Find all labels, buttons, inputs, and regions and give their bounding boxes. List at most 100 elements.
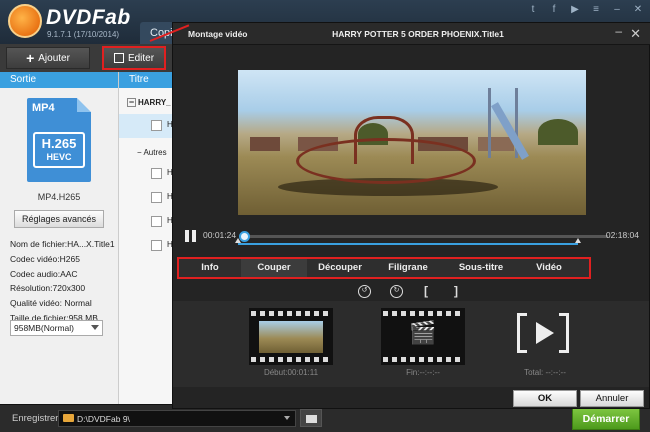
info-resolution: Résolution:720x300 [10, 283, 86, 294]
title-group-row[interactable]: − HARRY_ [127, 98, 173, 107]
cut-tools: ↺ ↻ [ ] [358, 284, 468, 300]
minimize-icon[interactable]: – [611, 4, 623, 16]
size-select[interactable]: 958MB(Normal) [10, 320, 103, 336]
tab-couper[interactable]: Couper [241, 259, 307, 277]
cancel-button[interactable]: Annuler [580, 390, 644, 407]
video-edit-dialog: Montage vidéo HARRY POTTER 5 ORDER PHOEN… [172, 22, 650, 409]
pause-icon [185, 230, 189, 242]
movie-camera-icon: 🎬 [409, 320, 437, 345]
film-perforations [383, 357, 463, 362]
title-group-label: HARRY_ [138, 98, 171, 107]
codec-line1: H.265 [41, 136, 77, 151]
film-perforations [251, 357, 331, 362]
add-button[interactable]: + Ajouter [6, 47, 90, 69]
end-label: Fin:--:--:-- [406, 368, 440, 377]
list-item[interactable]: H [119, 114, 173, 138]
folder-icon [63, 414, 74, 422]
add-button-label: Ajouter [38, 52, 70, 64]
set-end-button[interactable]: ] [454, 284, 458, 298]
pause-icon [192, 230, 196, 242]
scene-house [250, 137, 280, 151]
info-video-codec: Codec vidéo:H265 [10, 253, 80, 264]
list-item[interactable]: H [119, 186, 173, 210]
bracket-left-icon [517, 313, 527, 353]
start-label: Début:00:01:11 [263, 368, 319, 377]
tab-decouper[interactable]: Découper [307, 259, 373, 277]
seek-bar[interactable] [239, 231, 608, 242]
dialog-movie-title: HARRY POTTER 5 ORDER PHOENIX.Title1 [332, 29, 504, 39]
close-icon[interactable]: ✕ [632, 4, 644, 16]
edit-button-label: Editer [127, 52, 155, 64]
title-header: Titre [119, 72, 172, 88]
set-start-button[interactable]: [ [424, 284, 428, 298]
output-panel: Sortie MP4 H.265 HEVC MP4.H265 Réglages … [0, 72, 118, 404]
tab-info[interactable]: Info [179, 259, 241, 277]
scene-roundabout [296, 138, 476, 184]
youtube-icon[interactable]: ▶ [569, 4, 581, 16]
advanced-settings-button[interactable]: Réglages avancés [14, 210, 104, 228]
scene-tree [538, 119, 578, 145]
other-group-row[interactable]: − Autres [137, 148, 167, 157]
browse-folder-button[interactable] [300, 409, 322, 427]
collapse-icon[interactable]: − [137, 148, 142, 157]
range-end-marker[interactable] [575, 238, 581, 243]
film-perforations [251, 311, 331, 316]
play-icon [536, 322, 554, 344]
pause-button[interactable] [185, 230, 198, 242]
start-button[interactable]: Démarrer [572, 408, 640, 430]
info-audio-codec: Codec audio:AAC [10, 268, 78, 279]
mp4-file-icon[interactable]: MP4 H.265 HEVC [27, 98, 91, 182]
minimize-icon[interactable]: – [615, 24, 622, 38]
output-path: D:\DVDFab 9\ [77, 414, 130, 424]
list-item[interactable]: H [119, 162, 173, 186]
tab-sous-titre[interactable]: Sous-titre [443, 259, 519, 277]
list-item[interactable]: H [119, 234, 173, 258]
collapse-icon[interactable]: − [127, 98, 136, 107]
total-duration: Total: --:--:-- [524, 368, 566, 377]
checkbox[interactable] [151, 216, 162, 227]
tab-video[interactable]: Vidéo [519, 259, 579, 277]
title-list-panel: Titre − HARRY_ H − Autres H H H H [118, 72, 173, 404]
other-group-label: Autres [143, 148, 167, 157]
toolbar: + Ajouter Editer [0, 44, 172, 72]
start-frame-clip [249, 308, 333, 365]
step-forward-icon[interactable]: ↻ [390, 285, 403, 298]
cut-range-bar[interactable] [235, 238, 581, 245]
tab-filigrane[interactable]: Filigrane [373, 259, 443, 277]
start-frame-thumbnail [259, 321, 323, 353]
list-item[interactable]: H [119, 210, 173, 234]
format-badge: MP4 [32, 102, 55, 114]
output-header: Sortie [0, 72, 118, 88]
app-name: DVDFab [46, 6, 131, 29]
preview-play-button[interactable] [517, 313, 569, 353]
checkbox[interactable] [151, 168, 162, 179]
output-path-field[interactable]: D:\DVDFab 9\ [58, 410, 296, 427]
menu-icon[interactable]: ≡ [590, 4, 602, 16]
plus-icon: + [26, 50, 35, 66]
info-quality: Qualité vidéo: Normal [10, 298, 92, 309]
cut-preview-area: Début:00:01:11 🎬 Fin:--:--:-- Total: --:… [173, 301, 649, 387]
edit-button[interactable]: Editer [102, 46, 166, 70]
output-info: Nom de fichier:HA...X.Title1 Codec vidéo… [10, 237, 115, 326]
facebook-icon[interactable]: f [548, 4, 560, 16]
size-select-value: 958MB(Normal) [14, 323, 74, 333]
step-back-icon[interactable]: ↺ [358, 285, 371, 298]
codec-badge: H.265 HEVC [33, 132, 85, 168]
checkbox-checked[interactable] [151, 120, 162, 131]
film-perforations [383, 311, 463, 316]
profile-name: MP4.H265 [37, 192, 81, 202]
end-frame-clip: 🎬 [381, 308, 465, 365]
current-time: 00:01:24 [203, 230, 237, 240]
dvdfab-logo-icon [8, 4, 42, 38]
close-icon[interactable]: ✕ [630, 26, 641, 42]
range-start-marker[interactable] [235, 238, 241, 243]
twitter-icon[interactable]: t [527, 4, 539, 16]
bracket-right-icon [559, 313, 569, 353]
chevron-down-icon[interactable] [284, 416, 290, 420]
ok-button[interactable]: OK [513, 390, 577, 407]
total-time: 02:18:04 [605, 230, 639, 240]
edit-icon [113, 53, 124, 63]
checkbox[interactable] [151, 192, 162, 203]
app-version: 9.1.7.1 (17/10/2014) [47, 30, 120, 39]
checkbox[interactable] [151, 240, 162, 251]
